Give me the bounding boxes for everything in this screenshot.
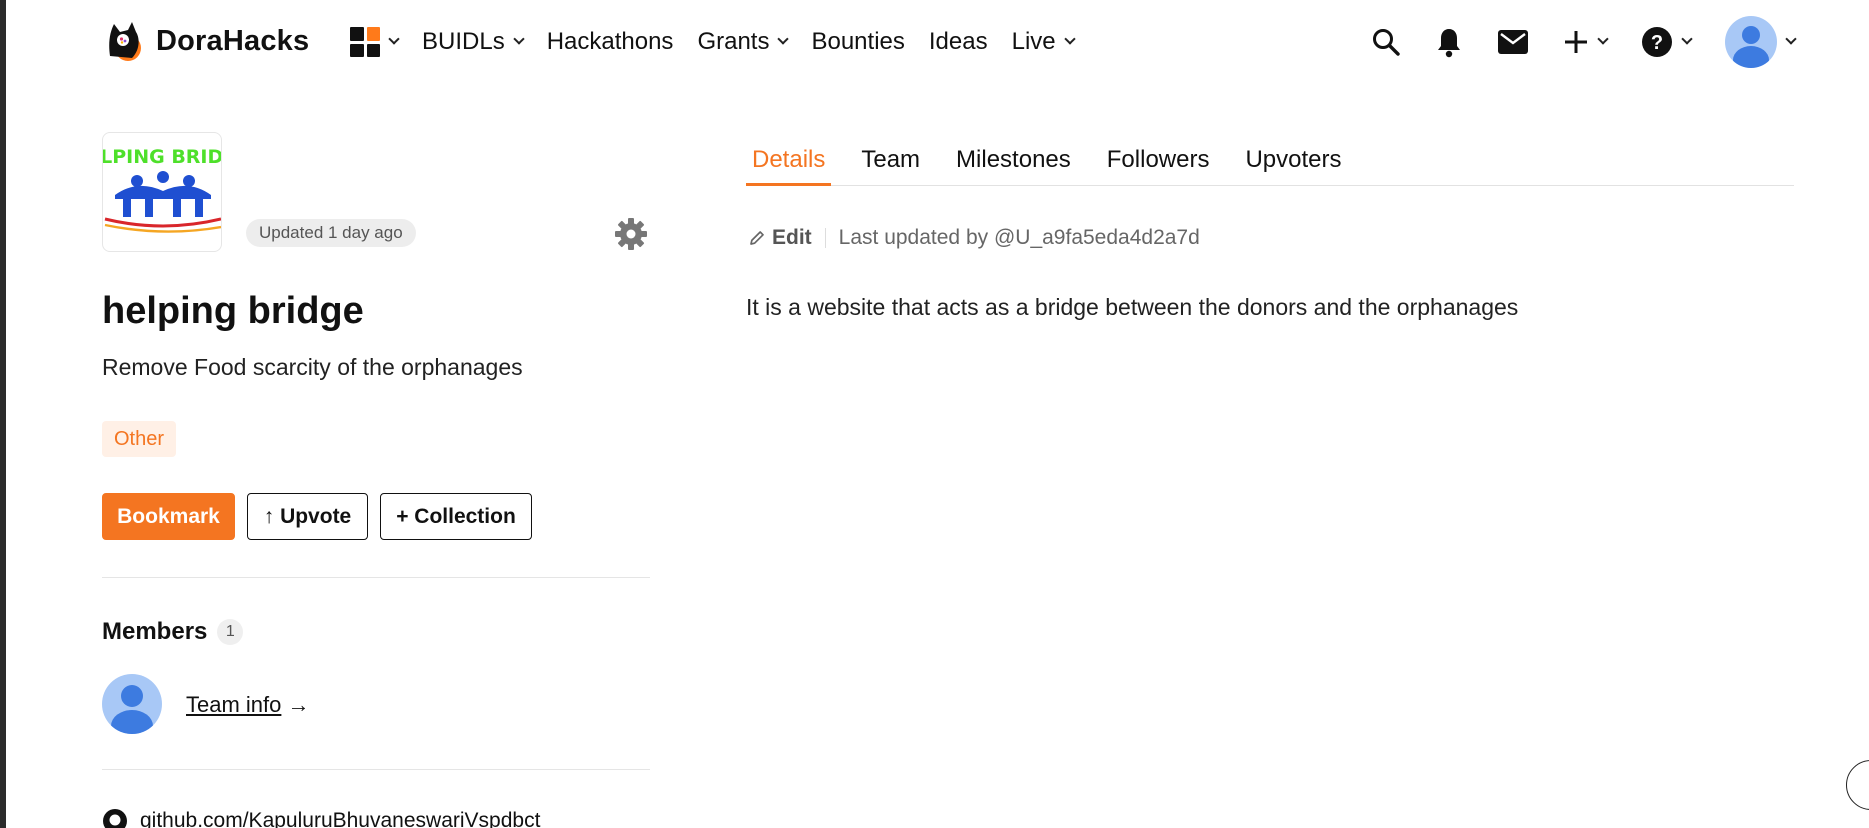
chevron-down-icon bbox=[1063, 33, 1076, 45]
avatar bbox=[1725, 16, 1777, 68]
create-menu[interactable] bbox=[1563, 29, 1609, 55]
window-frame-edge bbox=[0, 0, 6, 828]
dorahacks-cat-icon bbox=[102, 20, 148, 62]
chevron-down-icon bbox=[1785, 33, 1797, 45]
project-logo: ELPING BRIDG bbox=[102, 132, 222, 252]
search-icon bbox=[1373, 29, 1400, 56]
members-heading: Members 1 bbox=[102, 618, 244, 646]
apps-grid-icon bbox=[350, 27, 380, 57]
chevron-down-icon bbox=[1597, 33, 1609, 45]
chevron-down-icon bbox=[1681, 33, 1693, 45]
nav-item-bounties[interactable]: Bounties bbox=[811, 28, 904, 56]
nav-item-ideas[interactable]: Ideas bbox=[929, 28, 988, 56]
updated-badge: Updated 1 day ago bbox=[246, 219, 416, 247]
nav-item-label: Ideas bbox=[928, 28, 988, 55]
team-info-label: Team info bbox=[186, 692, 282, 717]
nav-item-hackathons[interactable]: Hackathons bbox=[547, 28, 674, 56]
project-tabs: Details Team Milestones Followers Upvote… bbox=[746, 142, 1794, 186]
team-info-link[interactable]: Team info → bbox=[186, 692, 310, 718]
chevron-down-icon bbox=[777, 33, 790, 45]
nav-item-label: Bounties bbox=[811, 28, 905, 55]
dorahacks-logo[interactable]: DoraHacks bbox=[102, 20, 309, 62]
bookmark-button[interactable]: Bookmark bbox=[102, 493, 235, 540]
tab-details[interactable]: Details bbox=[746, 142, 832, 186]
edit-label: Edit bbox=[772, 226, 812, 249]
members-title: Members bbox=[102, 618, 208, 645]
nav-item-buidls[interactable]: BUIDLs bbox=[422, 28, 525, 56]
project-subtitle: Remove Food scarcity of the orphanages bbox=[102, 354, 523, 380]
brand-name: DoraHacks bbox=[156, 24, 310, 57]
chevron-down-icon bbox=[388, 33, 400, 45]
svg-text:?: ? bbox=[1651, 32, 1663, 54]
add-collection-button[interactable]: + Collection bbox=[380, 493, 532, 540]
nav-item-label: BUIDLs bbox=[422, 28, 505, 55]
floating-action-button[interactable] bbox=[1846, 760, 1869, 810]
arrow-right-icon: → bbox=[287, 692, 310, 717]
divider bbox=[102, 577, 650, 578]
nav-item-label: Hackathons bbox=[546, 28, 674, 55]
nav-item-label: Grants bbox=[697, 28, 770, 55]
settings-button[interactable] bbox=[614, 217, 648, 251]
last-updated-text: Last updated by @U_a9fa5eda4d2a7d bbox=[838, 226, 1200, 249]
top-navigation: DoraHacks BUIDLs Hackathons Grants Bount… bbox=[0, 0, 1869, 84]
pencil-icon bbox=[750, 231, 764, 245]
chevron-down-icon bbox=[513, 33, 525, 45]
github-link[interactable]: github.com/KapuluruBhuvaneswariVspdbct bbox=[102, 808, 540, 828]
details-meta: Edit Last updated by @U_a9fa5eda4d2a7d bbox=[748, 226, 1200, 250]
apps-menu[interactable] bbox=[350, 27, 400, 57]
nav-item-grants[interactable]: Grants bbox=[697, 28, 790, 56]
project-logo-text: ELPING BRIDG bbox=[103, 146, 222, 168]
notifications-button[interactable] bbox=[1435, 26, 1463, 58]
nav-item-live[interactable]: Live bbox=[1011, 28, 1076, 56]
project-title: helping bridge bbox=[102, 290, 364, 332]
tab-upvoters[interactable]: Upvoters bbox=[1239, 142, 1347, 186]
edit-button[interactable]: Edit bbox=[748, 226, 812, 250]
plus-icon bbox=[1565, 31, 1587, 53]
separator bbox=[824, 228, 826, 248]
help-icon: ? bbox=[1642, 27, 1672, 57]
member-avatar[interactable] bbox=[102, 674, 162, 734]
nav-item-label: Live bbox=[1011, 28, 1056, 55]
tab-followers[interactable]: Followers bbox=[1101, 142, 1216, 186]
main-nav: BUIDLs Hackathons Grants Bounties Ideas … bbox=[350, 22, 1098, 62]
bell-icon bbox=[1438, 29, 1460, 58]
messages-button[interactable] bbox=[1497, 29, 1529, 55]
help-menu[interactable]: ? bbox=[1641, 26, 1693, 58]
tab-team[interactable]: Team bbox=[855, 142, 926, 186]
header-tools: ? bbox=[1337, 16, 1797, 68]
project-description: It is a website that acts as a bridge be… bbox=[746, 294, 1519, 320]
search-button[interactable] bbox=[1371, 27, 1401, 57]
mail-icon bbox=[1498, 30, 1528, 54]
github-icon bbox=[103, 809, 127, 828]
category-tag[interactable]: Other bbox=[102, 421, 177, 457]
gear-icon bbox=[615, 218, 647, 250]
divider bbox=[102, 769, 650, 770]
user-menu[interactable] bbox=[1725, 16, 1797, 68]
tab-milestones[interactable]: Milestones bbox=[950, 142, 1077, 186]
members-count-badge: 1 bbox=[217, 619, 244, 645]
github-url: github.com/KapuluruBhuvaneswariVspdbct bbox=[140, 809, 541, 828]
upvote-button[interactable]: ↑ Upvote bbox=[247, 493, 368, 540]
